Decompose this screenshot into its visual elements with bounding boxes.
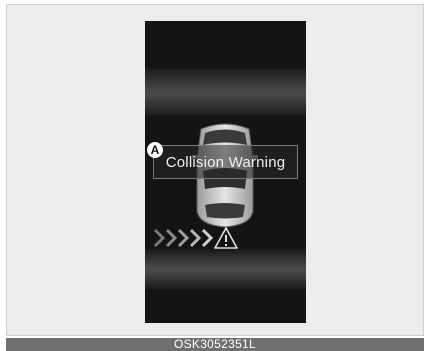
road-lane-top	[145, 68, 306, 116]
chevron-arrows-icon	[153, 228, 214, 248]
figure-code: OSK3052351L	[173, 337, 257, 351]
cluster-display: Collision Warning A	[145, 21, 306, 323]
collision-warning-text: Collision Warning	[165, 153, 286, 171]
callout-a-badge: A	[147, 142, 163, 158]
collision-warning-message: Collision Warning	[153, 145, 298, 179]
figure-frame: Collision Warning A	[6, 4, 424, 336]
figure-caption-bar: OSK3052351L	[6, 338, 424, 351]
warning-triangle-icon	[214, 227, 238, 249]
road-lane-bottom	[145, 249, 306, 289]
